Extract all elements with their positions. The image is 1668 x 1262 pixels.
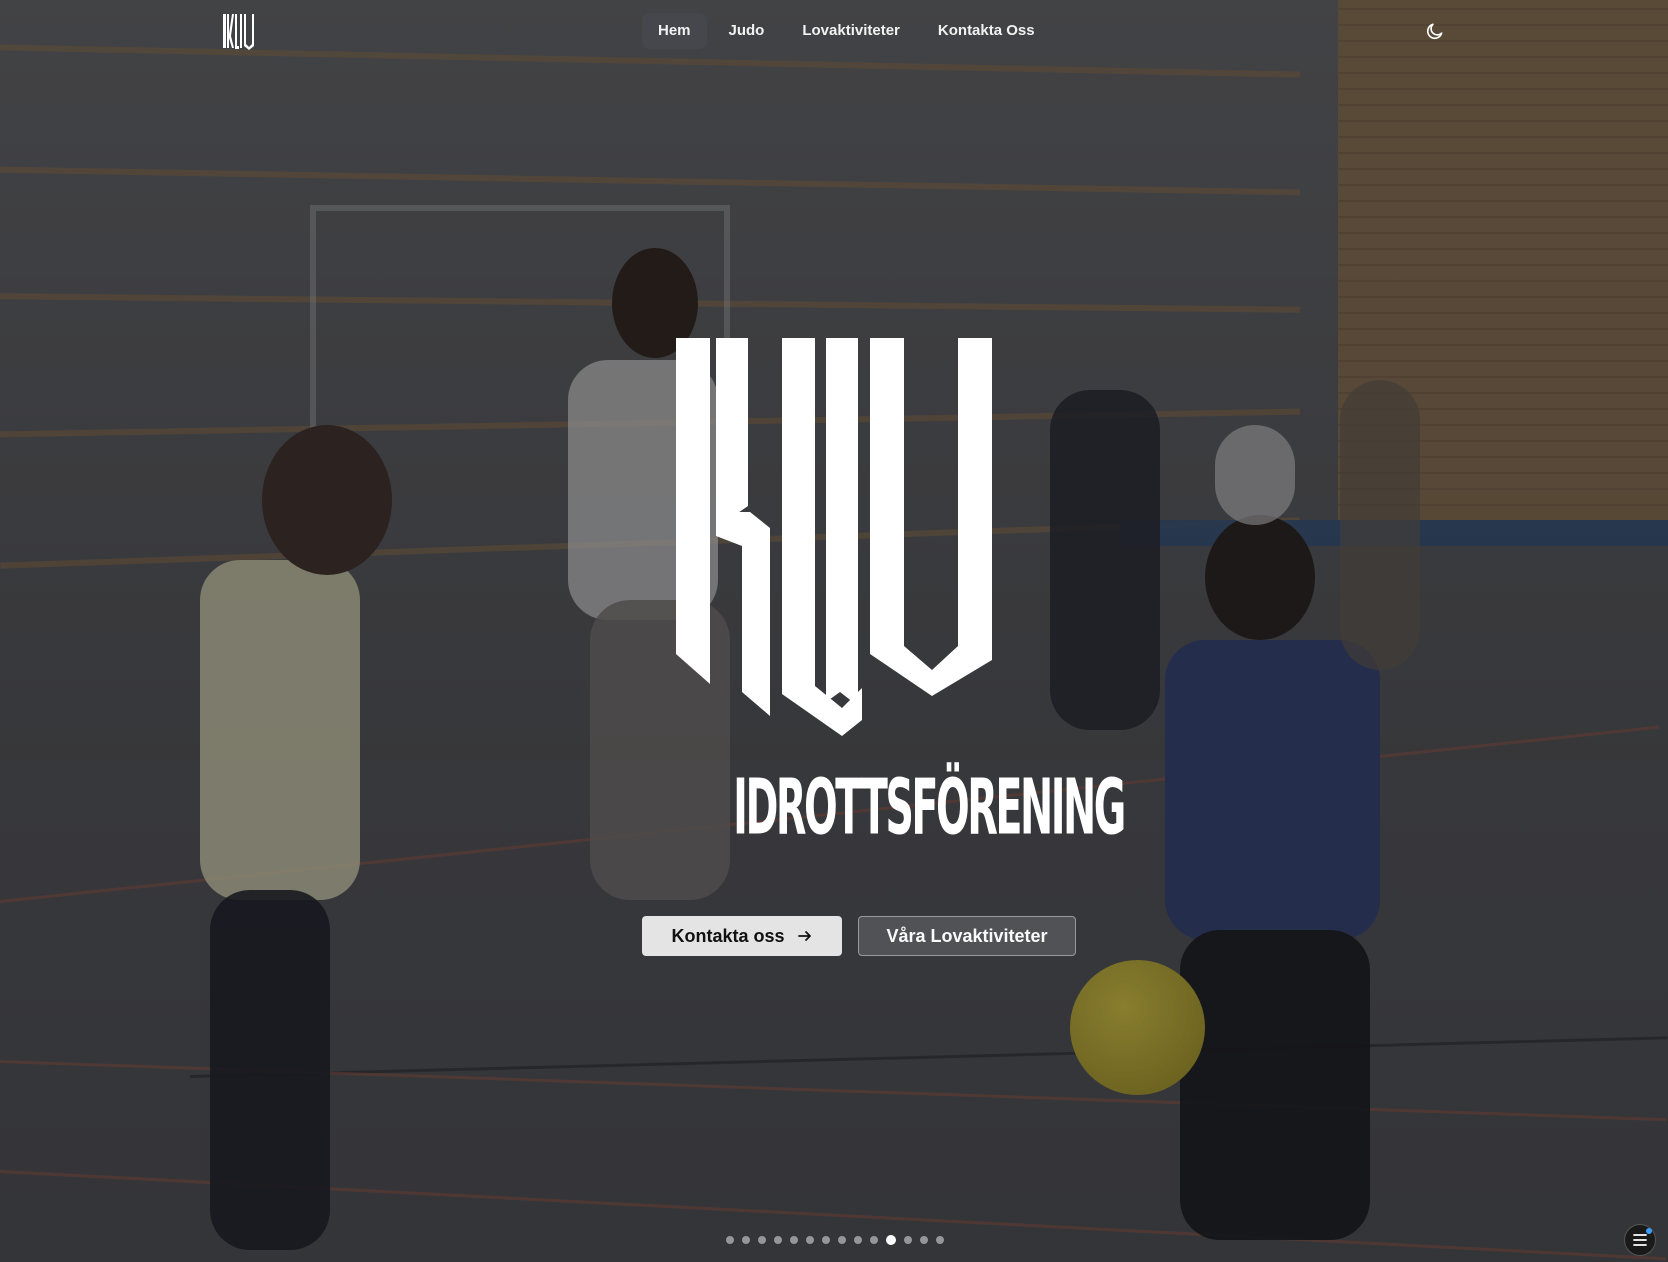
kliv-hero-logo xyxy=(672,336,994,736)
arrow-right-icon xyxy=(797,931,811,941)
carousel-dot[interactable] xyxy=(742,1236,750,1244)
floating-menu-button[interactable] xyxy=(1624,1224,1656,1256)
carousel-dot[interactable] xyxy=(806,1236,814,1244)
main-nav: Hem Judo Lovaktiviteter Kontakta Oss xyxy=(642,13,1051,49)
holiday-activities-button[interactable]: Våra Lovaktiviteter xyxy=(858,916,1076,956)
carousel-indicators xyxy=(726,1235,944,1245)
carousel-dot[interactable] xyxy=(726,1236,734,1244)
carousel-dot[interactable] xyxy=(758,1236,766,1244)
kliv-logo-icon xyxy=(223,14,254,50)
carousel-dot[interactable] xyxy=(822,1236,830,1244)
moon-icon xyxy=(1426,23,1443,40)
contact-us-label: Kontakta oss xyxy=(671,925,785,946)
notification-dot xyxy=(1646,1228,1652,1234)
nav-item-lovaktiviteter[interactable]: Lovaktiviteter xyxy=(786,13,916,49)
nav-item-kontakta-oss[interactable]: Kontakta Oss xyxy=(922,13,1051,49)
carousel-dot[interactable] xyxy=(920,1236,928,1244)
brand-subtitle: IDROTTSFÖRENING xyxy=(733,764,1126,853)
holiday-activities-label: Våra Lovaktiviteter xyxy=(886,925,1048,946)
carousel-dot[interactable] xyxy=(904,1236,912,1244)
carousel-dot[interactable] xyxy=(936,1236,944,1244)
carousel-dot[interactable] xyxy=(790,1236,798,1244)
nav-item-hem[interactable]: Hem xyxy=(642,13,707,49)
kliv-logo-large-icon xyxy=(676,338,992,736)
theme-toggle-button[interactable] xyxy=(1420,16,1450,46)
carousel-dot[interactable] xyxy=(854,1236,862,1244)
menu-icon xyxy=(1633,1234,1647,1246)
site-logo[interactable] xyxy=(222,12,254,50)
nav-item-judo[interactable]: Judo xyxy=(713,13,781,49)
carousel-dot[interactable] xyxy=(774,1236,782,1244)
site-header: Hem Judo Lovaktiviteter Kontakta Oss xyxy=(0,0,1668,62)
carousel-dot[interactable] xyxy=(870,1236,878,1244)
carousel-dot-active[interactable] xyxy=(886,1235,896,1245)
contact-us-button[interactable]: Kontakta oss xyxy=(642,916,842,956)
carousel-dot[interactable] xyxy=(838,1236,846,1244)
